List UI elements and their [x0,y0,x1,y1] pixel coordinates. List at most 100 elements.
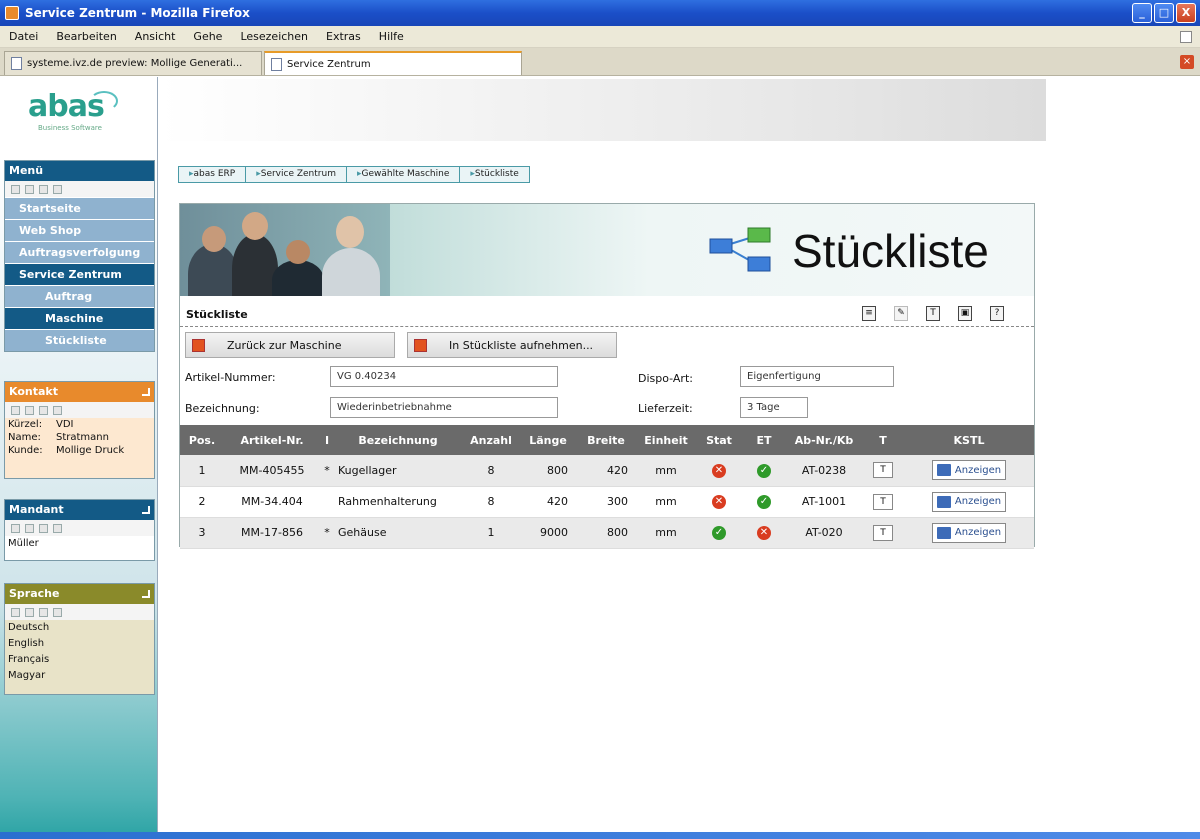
edit-icon[interactable] [25,184,34,194]
refresh-icon[interactable] [39,405,48,415]
cell-abnr: AT-0238 [786,455,862,487]
language-panel: Sprache Deutsch English Français Magyar [4,583,155,695]
table-row[interactable]: 1 MM-405455 * Kugellager 8 800 420 mm ✕ … [180,455,1034,487]
header-unit[interactable]: Einheit [636,425,696,455]
sidebar-item-auftrag[interactable]: Auftrag [5,285,154,307]
help-icon[interactable] [53,184,62,194]
minimize-icon[interactable] [11,523,20,533]
back-to-machine-button[interactable]: Zurück zur Maschine [185,332,395,358]
save-icon[interactable]: T [926,306,940,321]
help-icon[interactable] [53,405,62,415]
breadcrumb-gewaehlte-maschine[interactable]: Gewählte Maschine [347,167,461,182]
page-icon [11,57,22,70]
tab-label: Service Zentrum [287,58,371,70]
breadcrumb-stueckliste[interactable]: Stückliste [460,167,528,182]
edit-icon[interactable]: ✎ [894,306,908,321]
header-qty[interactable]: Anzahl [462,425,520,455]
page-icon [271,57,282,71]
name-field[interactable]: Wiederinbetriebnahme [330,397,558,418]
menu-go[interactable]: Gehe [184,30,231,43]
t-checkbox[interactable]: T [873,493,893,510]
window-controls: _ □ X [1132,3,1196,23]
header-abnr[interactable]: Ab-Nr./Kb [786,425,862,455]
cell-pos: 1 [180,455,224,487]
minimize-button[interactable]: _ [1132,3,1152,23]
header-i[interactable]: I [320,425,334,455]
cell-name: Rahmenhalterung [334,486,462,518]
help-icon[interactable]: ? [990,306,1004,321]
header-name[interactable]: Bezeichnung [334,425,462,455]
t-checkbox[interactable]: T [873,524,893,541]
menu-help[interactable]: Hilfe [370,30,413,43]
add-to-bom-button[interactable]: In Stückliste aufnehmen... [407,332,617,358]
edit-icon[interactable] [25,523,34,533]
refresh-icon[interactable] [39,184,48,194]
resize-corner-icon[interactable] [142,388,150,396]
sidebar-item-startseite[interactable]: Startseite [5,197,154,219]
help-icon[interactable] [53,607,62,617]
header-pos[interactable]: Pos. [180,425,224,455]
header-t[interactable]: T [862,425,904,455]
cell-width: 300 [576,486,636,518]
contact-panel: Kontakt Kürzel: VDI Name: Stratmann Kunde:… [4,381,155,479]
status-green-icon: ✓ [757,495,771,509]
language-option-english[interactable]: English [5,636,154,652]
header-length[interactable]: Länge [520,425,576,455]
cell-pos: 2 [180,486,224,518]
language-option-deutsch[interactable]: Deutsch [5,620,154,636]
edit-icon[interactable] [25,607,34,617]
article-number-field[interactable]: VG 0.40234 [330,366,558,387]
window-title: Service Zentrum - Mozilla Firefox [25,6,250,20]
resize-corner-icon[interactable] [142,590,150,598]
cell-qty: 8 [462,455,520,487]
edit-icon[interactable] [25,405,34,415]
menu-bookmarks[interactable]: Lesezeichen [231,30,317,43]
resize-corner-icon[interactable] [142,506,150,514]
header-et[interactable]: ET [742,425,786,455]
sidebar-item-maschine[interactable]: Maschine [5,307,154,329]
sidebar-item-webshop[interactable]: Web Shop [5,219,154,241]
lead-time-field[interactable]: 3 Tage [740,397,808,418]
menu-file[interactable]: Datei [0,30,47,43]
person-shape [322,248,380,296]
table-row[interactable]: 2 MM-34.404 Rahmenhalterung 8 420 300 mm… [180,486,1034,518]
people-photo [180,204,390,296]
header-width[interactable]: Breite [576,425,636,455]
header-article[interactable]: Artikel-Nr. [224,425,320,455]
maximize-button[interactable]: □ [1154,3,1174,23]
header-kstl[interactable]: KSTL [904,425,1034,455]
close-tab-icon[interactable]: × [1180,55,1194,69]
tab-service-zentrum[interactable]: Service Zentrum [264,51,522,75]
section-bar: Stückliste ≡ ✎ T ▣ ? [180,301,1034,327]
t-checkbox[interactable]: T [873,462,893,479]
export-icon[interactable]: ▣ [958,306,972,321]
show-kstl-button[interactable]: Anzeigen [931,460,1007,481]
menu-edit[interactable]: Bearbeiten [47,30,125,43]
refresh-icon[interactable] [39,523,48,533]
minimize-icon[interactable] [11,184,20,194]
minimize-icon[interactable] [11,607,20,617]
table-row[interactable]: 3 MM-17-856 * Gehäuse 1 9000 800 mm ✓ ✕ … [180,517,1034,549]
help-icon[interactable] [53,523,62,533]
language-option-francais[interactable]: Français [5,652,154,668]
language-option-magyar[interactable]: Magyar [5,668,154,684]
sidebar-item-service-zentrum[interactable]: Service Zentrum [5,263,154,285]
menu-view[interactable]: Ansicht [126,30,185,43]
minimize-icon[interactable] [11,405,20,415]
refresh-icon[interactable] [39,607,48,617]
print-icon[interactable]: ≡ [862,306,876,321]
menu-tools[interactable]: Extras [317,30,370,43]
cell-article: MM-34.404 [224,486,320,518]
breadcrumb-service-zentrum[interactable]: Service Zentrum [246,167,347,182]
sidebar-item-stueckliste[interactable]: Stückliste [5,329,154,351]
header-stat[interactable]: Stat [696,425,742,455]
close-button[interactable]: X [1176,3,1196,23]
tab-preview[interactable]: systeme.ivz.de preview: Mollige Generati… [4,51,262,75]
lead-time-label: Lieferzeit: [638,402,693,415]
cell-length: 9000 [520,517,576,549]
show-kstl-button[interactable]: Anzeigen [931,491,1007,512]
dispo-type-field[interactable]: Eigenfertigung [740,366,894,387]
breadcrumb-abas-erp[interactable]: abas ERP [179,167,247,182]
sidebar-item-auftragsverfolgung[interactable]: Auftragsverfolgung [5,241,154,263]
show-kstl-button[interactable]: Anzeigen [931,522,1007,543]
